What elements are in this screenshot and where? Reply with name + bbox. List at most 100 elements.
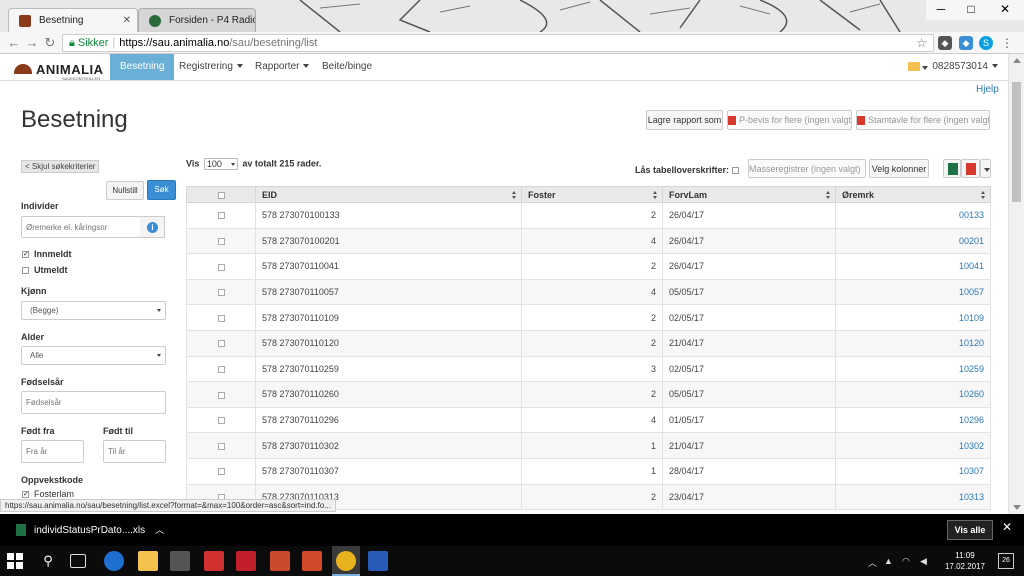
row-checkbox[interactable] bbox=[217, 314, 225, 322]
row-select-cell[interactable] bbox=[186, 432, 256, 459]
row-select-cell[interactable] bbox=[186, 355, 256, 383]
wifi-icon[interactable]: ◠ bbox=[902, 556, 910, 567]
row-checkbox[interactable] bbox=[217, 417, 225, 425]
column-header-oremrk[interactable]: Øremrk bbox=[835, 186, 991, 203]
reload-icon[interactable]: ↻ bbox=[42, 35, 58, 51]
row-checkbox[interactable] bbox=[217, 340, 225, 348]
app-t-icon[interactable] bbox=[368, 551, 388, 571]
table-row[interactable]: 578 273070110109 2 02/05/17 10109 bbox=[186, 304, 991, 331]
info-button[interactable]: i bbox=[140, 216, 165, 238]
oremrk-link[interactable]: 10313 bbox=[835, 483, 991, 511]
folder-icon[interactable] bbox=[908, 62, 920, 71]
mcafee-icon[interactable] bbox=[236, 551, 256, 571]
fosterlam-checkbox[interactable]: ✓ bbox=[22, 491, 29, 498]
scrollbar-thumb[interactable] bbox=[1012, 82, 1021, 202]
notification-center-icon[interactable]: 26 bbox=[998, 553, 1014, 569]
row-select-cell[interactable] bbox=[186, 381, 256, 408]
oremrk-link[interactable]: 10120 bbox=[835, 329, 991, 357]
lock-headers-checkbox[interactable] bbox=[732, 167, 740, 175]
table-row[interactable]: 578 273070110296 4 01/05/17 10296 bbox=[186, 406, 991, 434]
row-checkbox[interactable] bbox=[217, 391, 225, 399]
reset-button[interactable]: Nullstill bbox=[106, 181, 144, 200]
page-scrollbar[interactable] bbox=[1008, 54, 1024, 514]
url-input[interactable]: 🔒︎ Sikker | https://sau.animalia.no/sau/bes… bbox=[62, 34, 934, 52]
tab-p4-radio[interactable]: Forsiden - P4 Radio Hele bbox=[138, 8, 256, 32]
save-report-button[interactable]: Lagre rapport som bbox=[646, 110, 723, 130]
hide-criteria-button[interactable]: < Skjul søkekriterier bbox=[21, 160, 100, 173]
oremrk-link[interactable]: 10259 bbox=[835, 355, 991, 383]
oremrk-link[interactable]: 00133 bbox=[835, 202, 991, 229]
row-checkbox[interactable] bbox=[217, 289, 225, 297]
fodt-til-input[interactable] bbox=[103, 440, 166, 463]
search-icon[interactable]: ⚲ bbox=[38, 551, 58, 571]
minimize-icon[interactable]: ─ bbox=[926, 0, 956, 20]
masseregistrer-button[interactable]: Masseregistrer (ingen valgt) bbox=[748, 159, 866, 178]
windows-start-icon[interactable] bbox=[6, 552, 24, 570]
oremrk-link[interactable]: 10260 bbox=[835, 381, 991, 408]
stamtavle-button[interactable]: Stamtavle for flere (ingen valgt) bbox=[856, 110, 990, 130]
row-select-cell[interactable] bbox=[186, 202, 256, 229]
tab-besetning[interactable]: Besetning ✕ bbox=[8, 8, 138, 32]
table-row[interactable]: 578 273070110260 2 05/05/17 10260 bbox=[186, 381, 991, 408]
search-button[interactable]: Søk bbox=[147, 180, 176, 200]
help-link[interactable]: Hjelp bbox=[976, 84, 999, 95]
column-header-eid[interactable]: EID bbox=[255, 186, 522, 203]
network-icon[interactable]: ▲ bbox=[884, 556, 893, 566]
row-select-cell[interactable] bbox=[186, 304, 256, 331]
chevron-down-icon[interactable] bbox=[922, 66, 928, 70]
row-select-cell[interactable] bbox=[186, 406, 256, 434]
table-row[interactable]: 578 273070110302 1 21/04/17 10302 bbox=[186, 432, 991, 459]
scroll-up-icon[interactable] bbox=[1013, 58, 1021, 63]
table-row[interactable]: 578 273070100201 4 26/04/17 00201 bbox=[186, 227, 991, 255]
system-clock[interactable]: 11:09 17.02.2017 bbox=[940, 550, 990, 572]
oremrk-link[interactable]: 10109 bbox=[835, 304, 991, 331]
download-item[interactable]: individStatusPrDato....xls ︿ bbox=[16, 522, 164, 538]
fodselsar-input[interactable] bbox=[21, 391, 166, 414]
close-tab-icon[interactable]: ✕ bbox=[123, 9, 131, 32]
innmeldt-checkbox[interactable]: ✓ bbox=[22, 251, 29, 258]
row-checkbox[interactable] bbox=[217, 263, 225, 271]
animalia-logo[interactable]: ANIMALIA SAUEKONTROLLEN bbox=[14, 60, 104, 81]
show-all-downloads-button[interactable]: Vis alle bbox=[947, 520, 993, 540]
select-all-checkbox[interactable] bbox=[217, 191, 225, 199]
bookmark-star-icon[interactable]: ☆ bbox=[916, 35, 927, 51]
table-row[interactable]: 578 273070110259 3 02/05/17 10259 bbox=[186, 355, 991, 383]
row-select-cell[interactable] bbox=[186, 278, 256, 306]
skype-extension-icon[interactable]: S bbox=[979, 36, 993, 50]
pbevis-button[interactable]: P-bevis for flere (ingen valgt) bbox=[727, 110, 852, 130]
oremrk-link[interactable]: 10057 bbox=[835, 278, 991, 306]
oremrk-link[interactable]: 10307 bbox=[835, 457, 991, 485]
fodt-fra-input[interactable] bbox=[21, 440, 84, 463]
page-size-select[interactable]: 100 bbox=[203, 158, 238, 170]
app-icon[interactable] bbox=[270, 551, 290, 571]
table-row[interactable]: 578 273070110120 2 21/04/17 10120 bbox=[186, 329, 991, 357]
store-icon[interactable] bbox=[170, 551, 190, 571]
row-select-cell[interactable] bbox=[186, 457, 256, 485]
nav-registrering[interactable]: Registrering bbox=[169, 54, 253, 80]
back-arrow-icon[interactable]: ← bbox=[6, 35, 22, 51]
oremrk-link[interactable]: 00201 bbox=[835, 227, 991, 255]
oremrk-link[interactable]: 10296 bbox=[835, 406, 991, 434]
nav-besetning[interactable]: Besetning bbox=[110, 54, 175, 80]
dropbox-extension-icon[interactable]: ◆ bbox=[938, 36, 952, 50]
row-checkbox[interactable] bbox=[217, 212, 225, 220]
row-checkbox[interactable] bbox=[217, 365, 225, 373]
chevron-up-icon[interactable]: ︿ bbox=[155, 525, 164, 535]
powerpoint-icon[interactable] bbox=[302, 551, 322, 571]
column-header-foster[interactable]: Foster bbox=[521, 186, 663, 203]
scroll-down-icon[interactable] bbox=[1013, 505, 1021, 510]
oremrk-link[interactable]: 10041 bbox=[835, 253, 991, 280]
file-explorer-icon[interactable] bbox=[138, 551, 158, 571]
excel-export-button[interactable] bbox=[943, 159, 961, 178]
task-view-icon[interactable] bbox=[70, 554, 86, 568]
row-select-cell[interactable] bbox=[186, 227, 256, 255]
close-window-icon[interactable]: ✕ bbox=[986, 0, 1024, 20]
nav-beite-binge[interactable]: Beite/binge bbox=[312, 54, 382, 80]
oremrk-link[interactable]: 10302 bbox=[835, 432, 991, 459]
row-select-cell[interactable] bbox=[186, 329, 256, 357]
tray-chevron-icon[interactable]: ︿ bbox=[868, 556, 877, 569]
chrome-icon[interactable] bbox=[336, 551, 356, 571]
dropbox-alt-extension-icon[interactable]: ◆ bbox=[959, 36, 973, 50]
individer-input[interactable] bbox=[21, 216, 141, 238]
row-checkbox[interactable] bbox=[217, 442, 225, 450]
